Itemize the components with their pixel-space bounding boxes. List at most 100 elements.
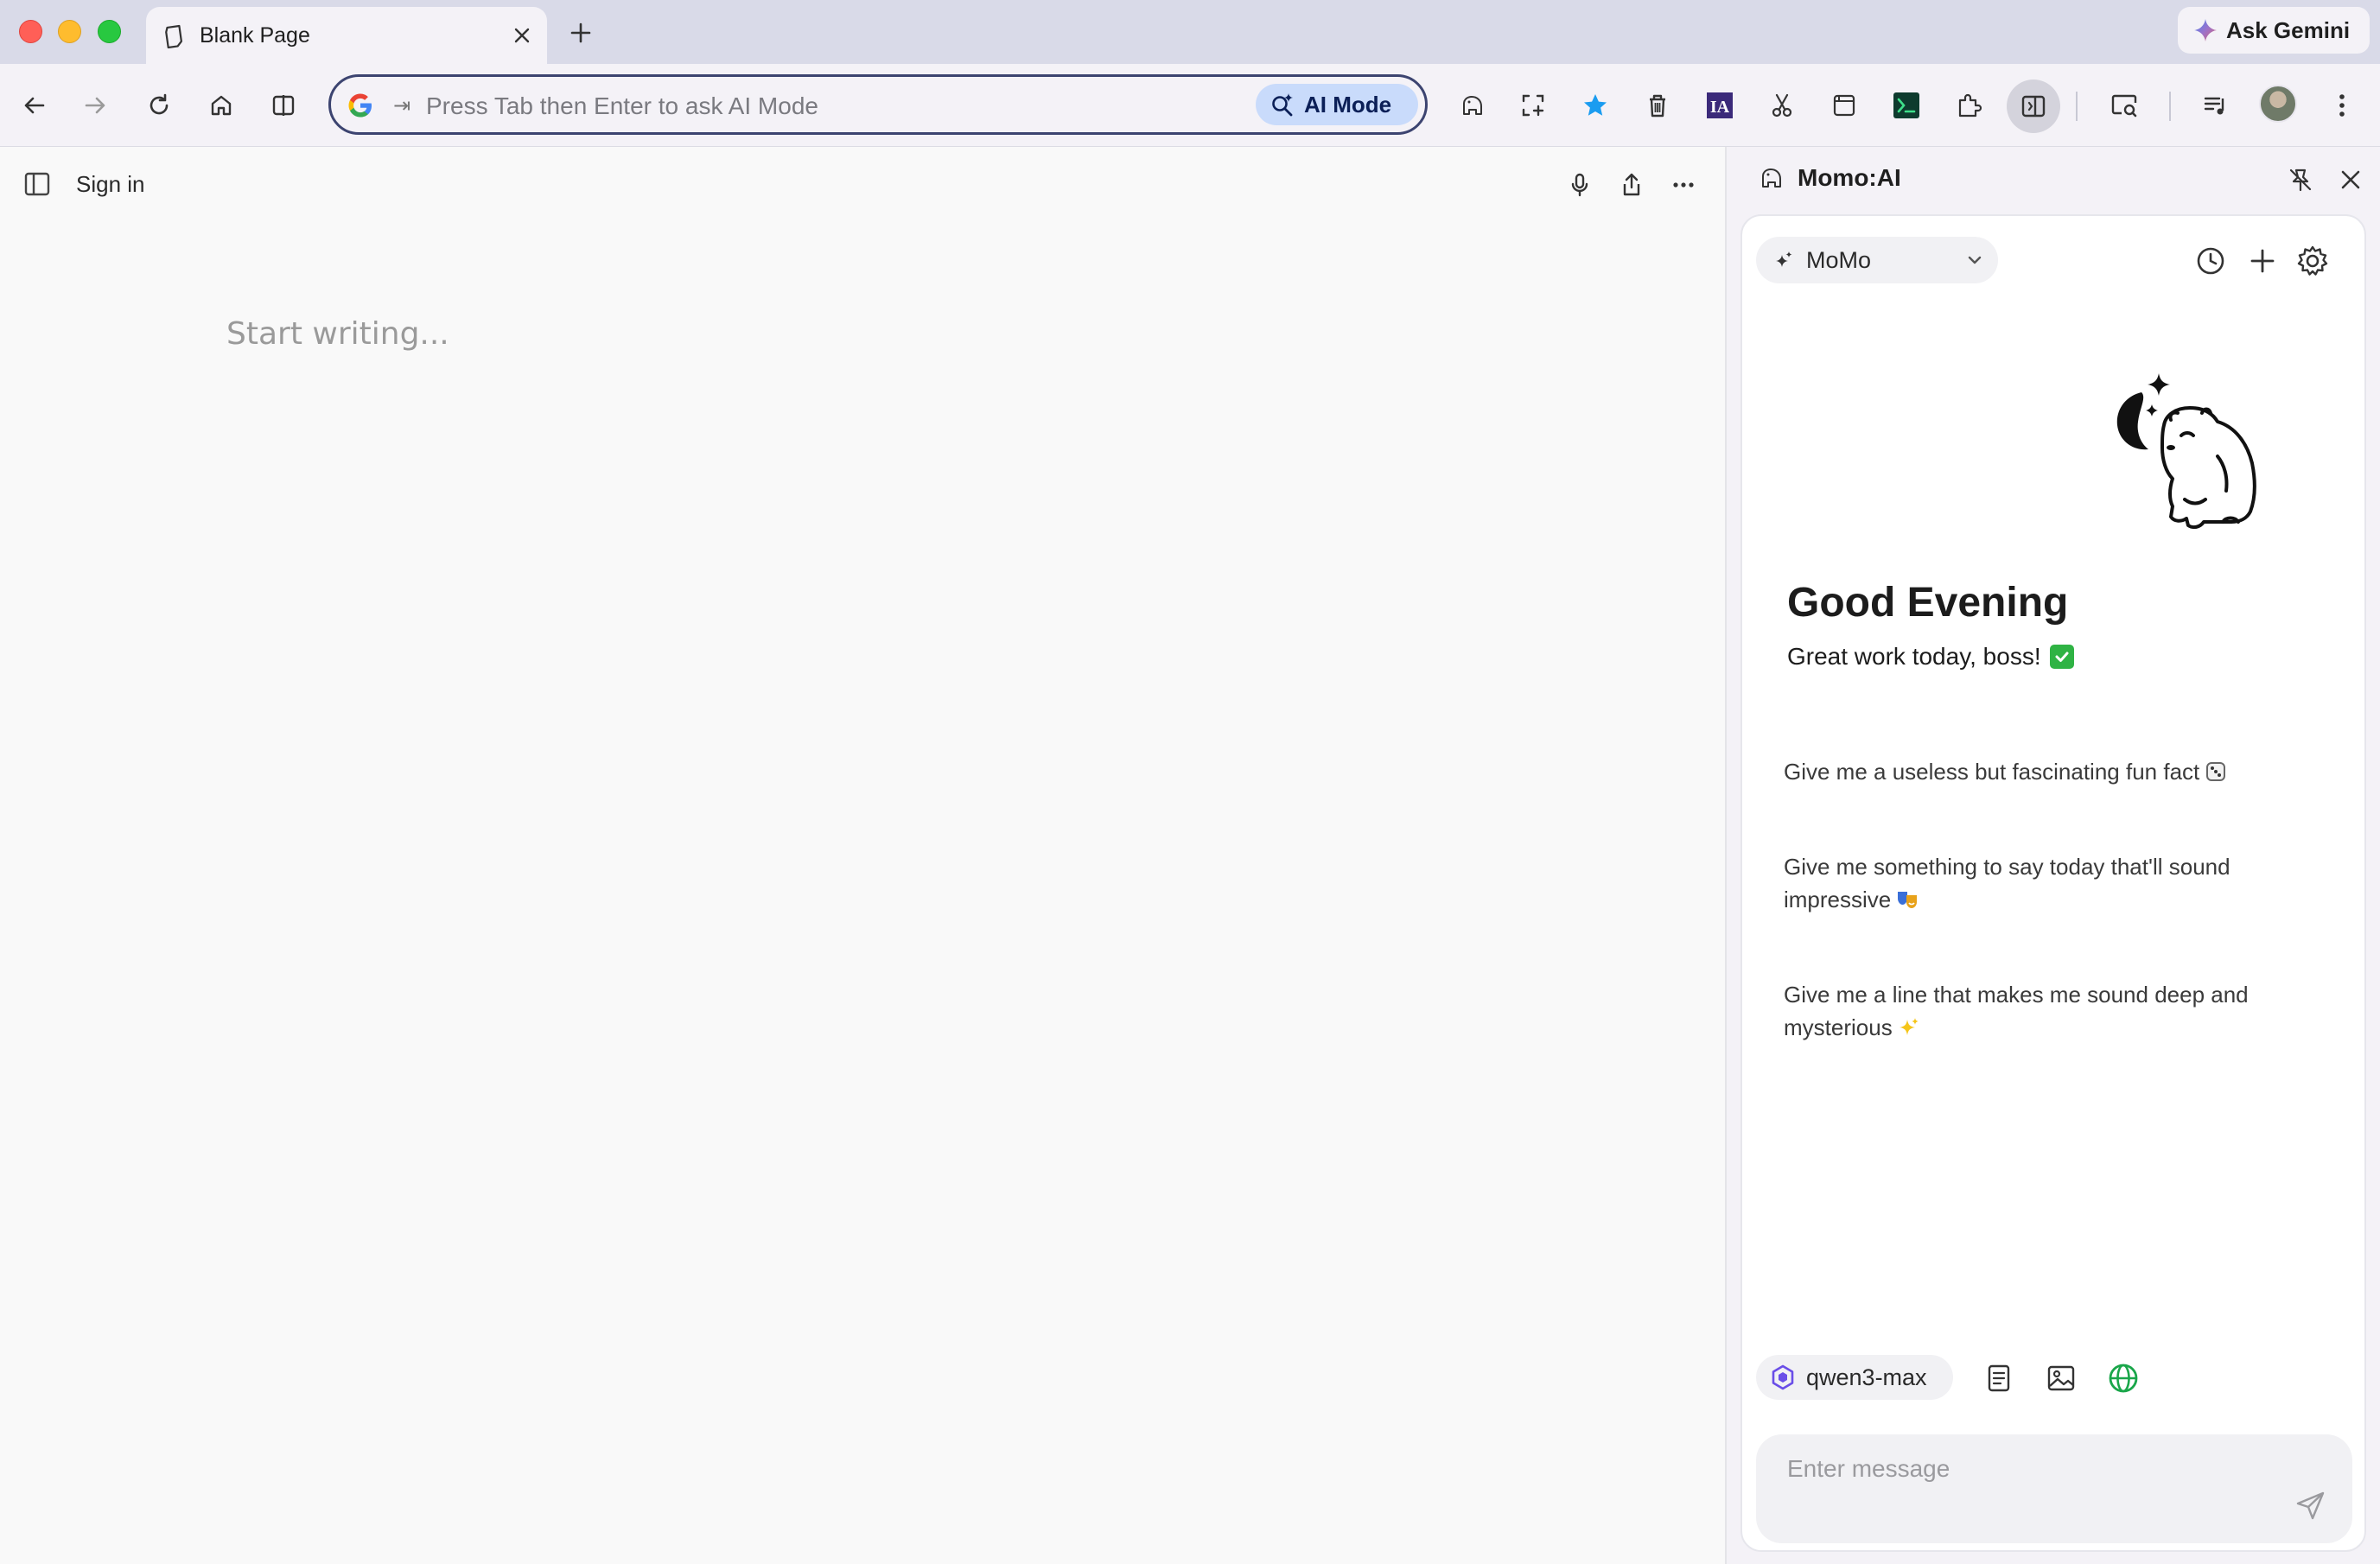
sign-in-link[interactable]: Sign in [76,171,145,198]
ia-extension-button[interactable]: IA [1699,85,1740,126]
scissors-icon [1772,93,1792,118]
media-control-button[interactable] [2195,85,2237,126]
browser-toolbar: ⇥ Press Tab then Enter to ask AI Mode AI… [0,64,2380,147]
reload-button[interactable] [138,85,180,126]
arrow-left-icon [24,97,45,114]
message-input[interactable]: Enter message [1756,1434,2352,1543]
sparkles-emoji-icon [1898,1016,1920,1039]
browser-menu-button[interactable] [2321,85,2363,126]
plus-icon [2250,249,2275,273]
message-placeholder: Enter message [1787,1455,1950,1482]
ask-gemini-button[interactable]: Ask Gemini [2178,7,2370,54]
capybara-icon [1758,164,1785,192]
browser-frame-icon [1833,94,1855,117]
more-horizontal-icon [1673,182,1694,188]
reload-icon [150,93,169,115]
sidebar-toggle-icon[interactable] [22,169,52,199]
model-label: qwen3-max [1806,1364,1927,1390]
panel-title: Momo:AI [1798,164,1901,191]
unpin-button[interactable] [2283,162,2318,197]
model-selector[interactable]: qwen3-max [1756,1355,1953,1400]
prompt-text: Give me a useless but fascinating fun fa… [1784,759,2200,785]
chat-card: MoMo Good Evening Great work today, boss… [1740,214,2366,1552]
new-chat-button[interactable] [2243,242,2281,280]
prompt-text: Give me something to say today that'll s… [1784,854,2230,912]
bookmark-button[interactable] [1575,85,1616,126]
code-extension-button[interactable] [1886,85,1927,126]
share-button[interactable] [1614,168,1649,202]
dictation-button[interactable] [1562,168,1597,202]
check-mark-icon [2049,645,2074,669]
suggested-prompt[interactable]: Give me a useless but fascinating fun fa… [1784,755,2320,788]
clear-data-extension-button[interactable] [1637,85,1678,126]
suggested-prompt[interactable]: Give me something to say today that'll s… [1784,850,2320,916]
active-tab[interactable]: Blank Page [146,7,547,64]
tab-strip: Blank Page Ask Gemini [0,0,2380,64]
web-search-toggle[interactable] [2105,1360,2141,1396]
ai-mode-button[interactable]: AI Mode [1256,84,1418,125]
agent-selector[interactable]: MoMo [1756,237,1998,283]
search-sparkle-icon [1270,92,1295,118]
prompt-text: Give me a line that makes me sound deep … [1784,982,2249,1040]
attach-document-button[interactable] [1981,1360,2017,1396]
share-icon [1623,173,1640,196]
arrow-right-icon [85,97,105,114]
tab-title: Blank Page [200,23,310,48]
attach-image-button[interactable] [2043,1360,2079,1396]
toolbar-separator [2169,92,2171,121]
split-view-button[interactable] [263,85,304,126]
profile-avatar[interactable] [2259,85,2297,123]
history-button[interactable] [2192,242,2230,280]
home-button[interactable] [200,85,242,126]
microphone-icon [1571,173,1588,197]
send-button[interactable] [2292,1486,2330,1524]
back-button[interactable] [14,85,55,126]
clock-icon [2197,247,2224,275]
forward-button[interactable] [74,85,116,126]
qwen-logo-icon [1770,1364,1796,1390]
dice-emoji-icon [2205,760,2227,783]
gear-icon [2297,245,2328,276]
close-icon [2341,170,2360,189]
window-maximize-button[interactable] [98,20,121,43]
globe-icon [2109,1364,2138,1393]
editor-placeholder[interactable]: Start writing... [226,316,449,352]
search-tab-button[interactable] [2103,85,2145,126]
chevron-down-icon [1965,251,1984,270]
agent-label: MoMo [1806,246,1872,273]
terminal-logo-icon [1893,92,1919,118]
side-panel: Momo:AI MoMo Good Evening Great work tod… [1727,147,2380,1564]
momo-extension-button[interactable] [1452,85,1493,126]
queue-music-icon [2204,97,2224,115]
reader-extension-button[interactable] [1823,85,1865,126]
window-close-button[interactable] [19,20,42,43]
greeting-subtitle: Great work today, boss! [1787,643,2074,671]
gemini-spark-icon [2193,18,2218,42]
screenshot-extension-button[interactable] [1512,85,1554,126]
theater-masks-emoji-icon [1896,888,1919,911]
extensions-button[interactable] [1948,85,1989,126]
home-icon [211,95,232,116]
new-tab-button[interactable] [563,16,598,50]
ai-mode-label: AI Mode [1304,91,1392,118]
side-panel-icon [2021,95,2046,118]
settings-button[interactable] [2294,242,2332,280]
more-options-button[interactable] [1666,168,1701,202]
suggested-prompt[interactable]: Give me a line that makes me sound deep … [1784,978,2320,1044]
tab-close-icon[interactable] [509,22,535,48]
greeting-heading: Good Evening [1787,580,2069,626]
tab-search-icon [2111,94,2137,118]
capybara-moon-illustration [2109,370,2299,543]
editor-page: Sign in Start writing... [0,147,1725,1564]
unpin-icon [2289,168,2312,192]
subgreeting-text: Great work today, boss! [1787,643,2041,670]
side-panel-button[interactable] [2007,79,2060,133]
toolbar-separator [2076,92,2078,121]
sparkles-icon [1773,250,1794,270]
address-bar[interactable]: ⇥ Press Tab then Enter to ask AI Mode AI… [328,74,1428,135]
close-panel-button[interactable] [2333,162,2368,197]
clipper-extension-button[interactable] [1761,85,1803,126]
window-minimize-button[interactable] [58,20,81,43]
google-g-icon [347,92,374,119]
ia-logo-icon: IA [1707,92,1733,118]
